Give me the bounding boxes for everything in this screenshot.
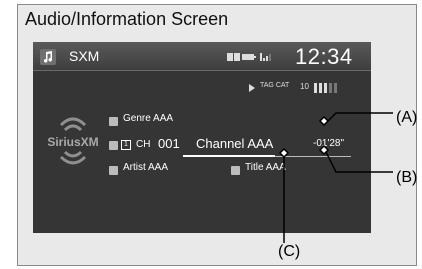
siriusxm-logo: SiriusXM <box>39 105 107 175</box>
title-icon <box>231 166 240 175</box>
elapsed-time: -01'28" <box>313 138 345 149</box>
audio-screen: SXM 12:34 TAG CAT 10 SiriusXM Genre AAA … <box>33 42 371 233</box>
progress-bar[interactable] <box>183 155 275 157</box>
channel-name: Channel AAA <box>196 136 274 151</box>
preset-icon <box>109 141 118 150</box>
title-label: Title AAA <box>245 162 286 173</box>
source-label: SXM <box>69 48 100 64</box>
music-note-icon[interactable] <box>40 49 56 65</box>
level-bars-icon <box>314 83 337 93</box>
status-bar: SXM 12:34 <box>33 42 371 71</box>
play-arrow-icon <box>249 84 255 92</box>
signal-status-icon <box>227 53 271 61</box>
clock: 12:34 <box>295 44 353 69</box>
artist-icon <box>109 166 118 175</box>
genre-icon <box>109 117 118 126</box>
callout-a-label: (A) <box>396 109 418 126</box>
genre-label: Genre AAA <box>123 113 174 124</box>
tag-label: TAG CAT <box>260 82 290 89</box>
artist-label: Artist AAA <box>123 162 169 173</box>
logo-text: SiriusXM <box>47 135 99 149</box>
channel-prefix: CH <box>136 139 151 150</box>
channel-number: 001 <box>158 136 180 151</box>
figure-frame: Audio/Information Screen SXM 12:34 TAG C… <box>17 4 417 266</box>
callout-b-label: (B) <box>396 169 418 186</box>
callout-c-label: (C) <box>278 243 301 260</box>
tag-level: 10 <box>300 82 309 91</box>
page-title: Audio/Information Screen <box>25 9 229 29</box>
preset-number: 1 <box>121 140 131 150</box>
